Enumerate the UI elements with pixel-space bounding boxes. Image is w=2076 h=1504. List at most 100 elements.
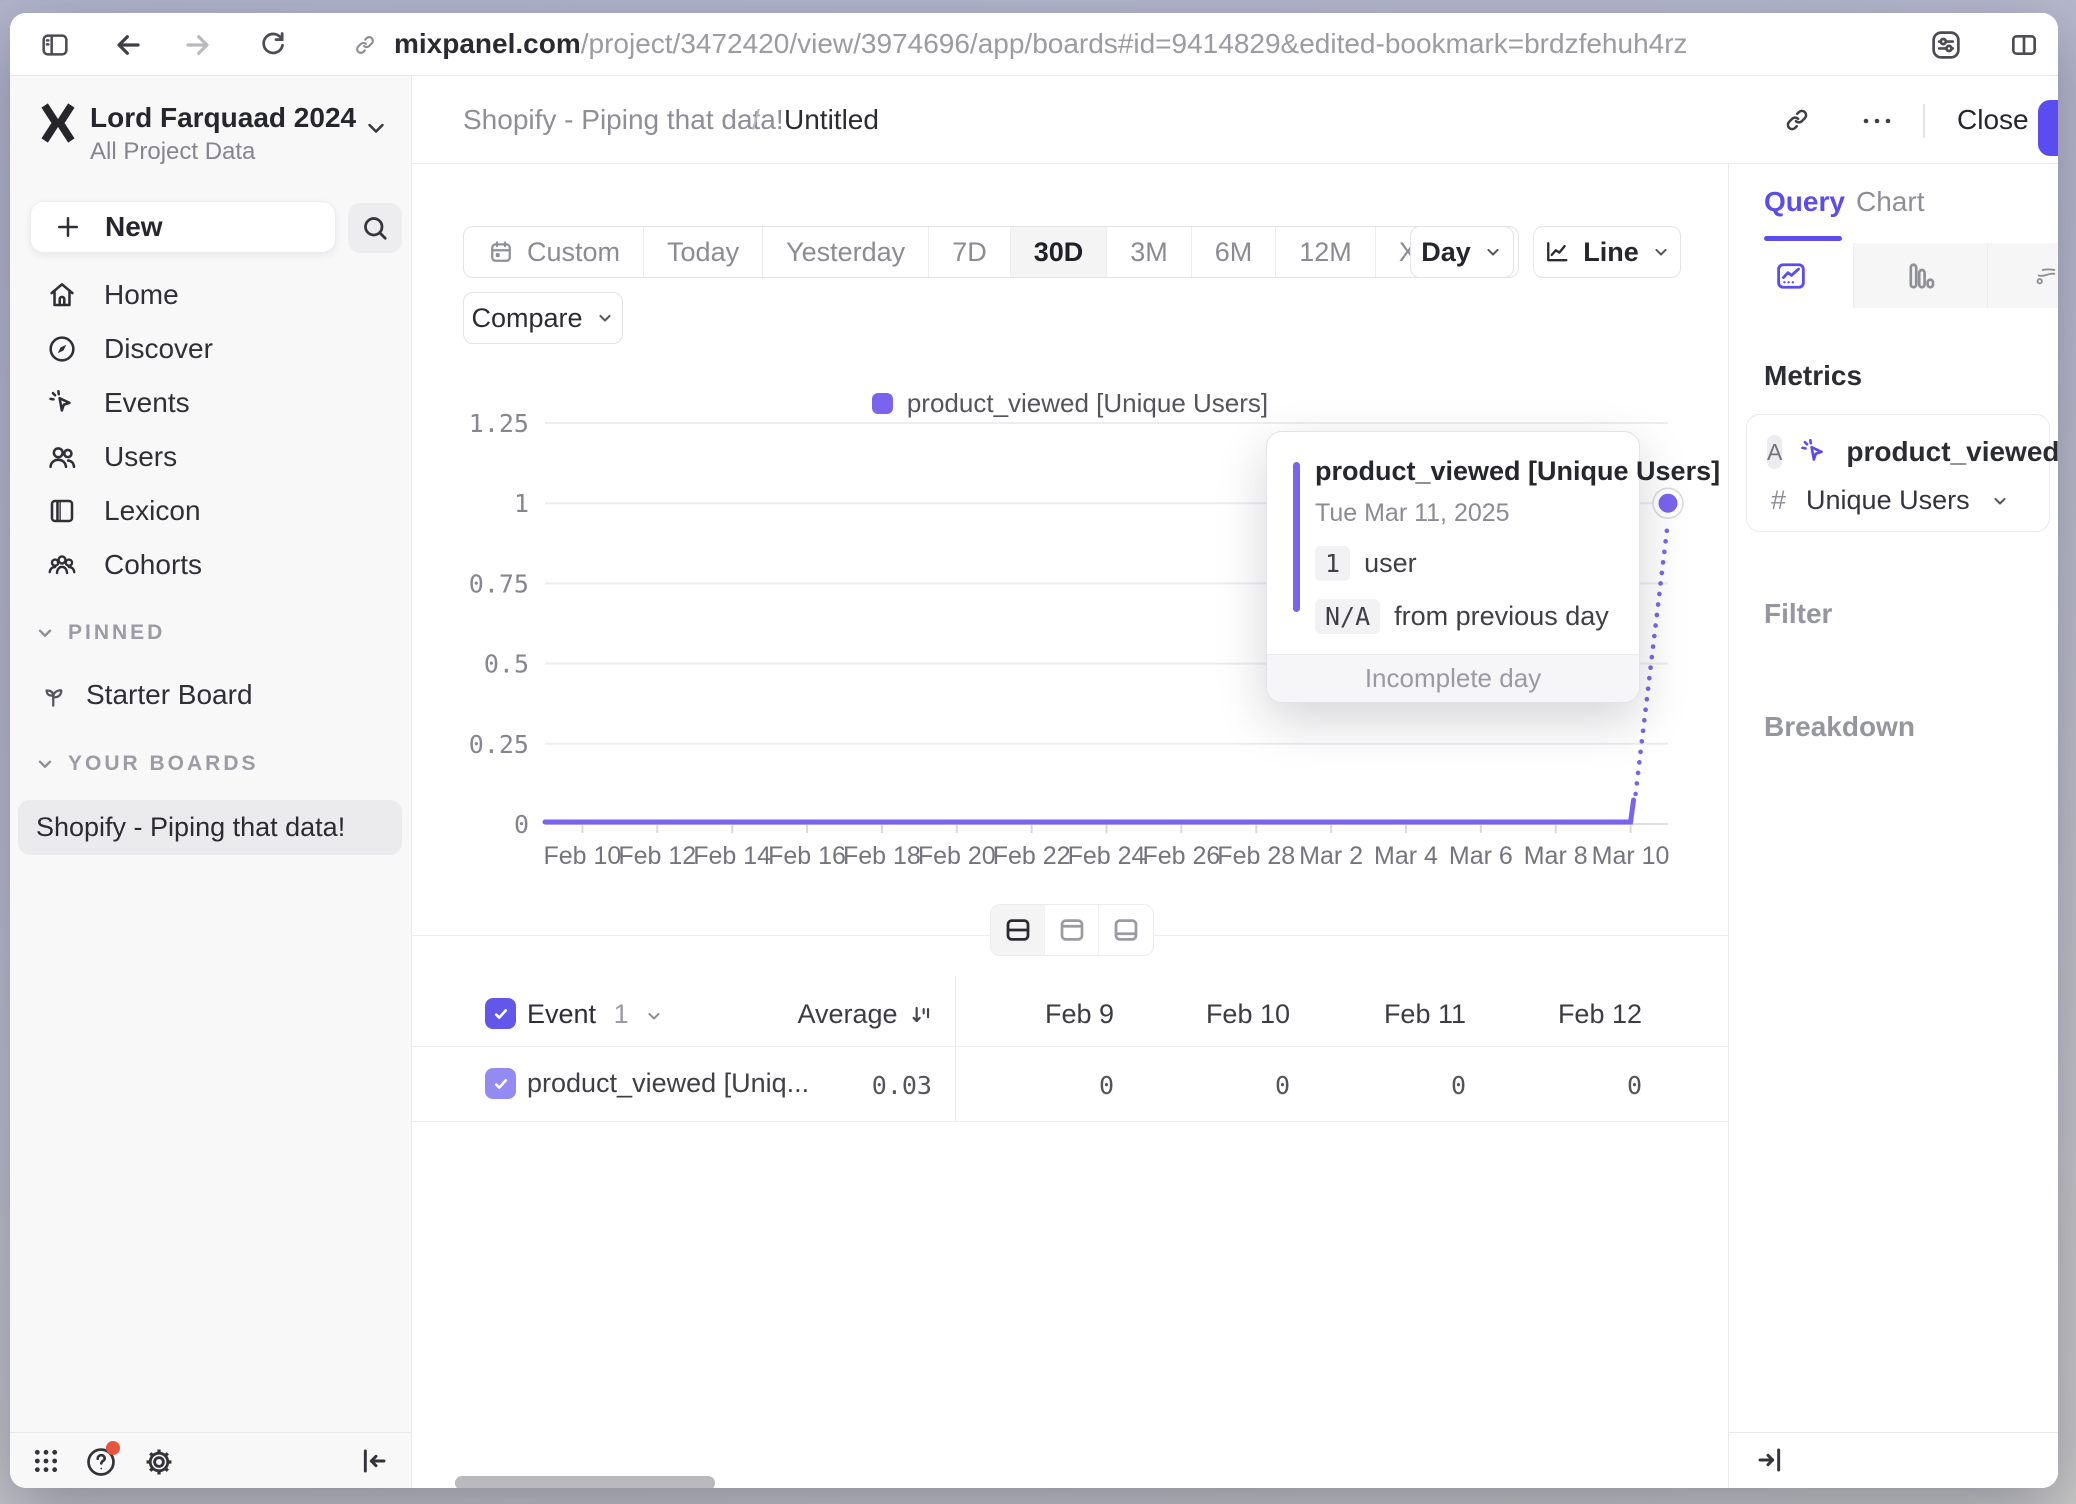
granularity-button[interactable]: Day <box>1410 226 1514 278</box>
row-average-value: 0.03 <box>782 1071 932 1100</box>
back-icon[interactable] <box>112 29 144 61</box>
tooltip-title: product_viewed [Unique Users] <box>1315 456 1611 487</box>
copy-link-icon[interactable] <box>1782 105 1812 135</box>
close-button[interactable]: Close <box>1957 76 2029 163</box>
insights-line-tab[interactable] <box>1729 243 1854 308</box>
event-label: Event <box>527 999 596 1029</box>
select-all-checkbox[interactable] <box>485 998 516 1029</box>
query-panel-footer <box>1729 1432 2058 1488</box>
x-axis-tick-label: Mar 4 <box>1374 842 1438 870</box>
compare-button[interactable]: Compare <box>463 292 623 344</box>
range-label: 7D <box>952 237 987 268</box>
sidebar-item-starter-board[interactable]: Starter Board <box>38 672 253 718</box>
layout-table-only-button[interactable] <box>1099 905 1153 955</box>
tab-query[interactable]: Query <box>1764 186 1845 218</box>
y-axis-tick-label: 1.25 <box>469 409 529 438</box>
browser-sidebar-toggle-icon[interactable] <box>38 29 72 61</box>
more-options-icon[interactable] <box>1860 114 1894 128</box>
report-area: CustomTodayYesterday7D30D3M6M12MXTD Day … <box>412 164 1728 1488</box>
sidebar-item-lexicon[interactable]: Lexicon <box>10 484 411 538</box>
x-axis-tick-label: Feb 16 <box>768 842 846 870</box>
aggregation-selector[interactable]: Unique Users <box>1806 485 1970 516</box>
cohorts-icon <box>46 549 78 581</box>
header-divider <box>1923 104 1925 138</box>
range-today[interactable]: Today <box>644 227 763 277</box>
board-header: Shopify - Piping that data! / Untitled C… <box>412 76 2058 164</box>
line-chart-square-icon <box>1773 258 1809 294</box>
your-boards-section-header[interactable]: YOUR BOARDS <box>10 744 411 784</box>
gear-icon[interactable] <box>142 1445 176 1479</box>
split-view-icon[interactable] <box>2008 29 2040 61</box>
metric-card[interactable]: A product_viewed # Unique Users <box>1746 414 2050 532</box>
x-axis-tick-label: Feb 14 <box>693 842 771 870</box>
sidebar-item-users[interactable]: Users <box>10 430 411 484</box>
check-icon <box>492 1076 510 1092</box>
layout-split-button[interactable] <box>991 905 1045 955</box>
range-label: 3M <box>1130 237 1168 268</box>
table-cell-value: 0 <box>964 1071 1114 1100</box>
sidebar-item-selected-board[interactable]: Shopify - Piping that data! <box>18 800 402 855</box>
range-30d[interactable]: 30D <box>1011 227 1108 277</box>
y-axis-tick-label: 0.25 <box>469 730 529 759</box>
range-custom[interactable]: Custom <box>464 227 644 277</box>
range-7d[interactable]: 7D <box>929 227 1011 277</box>
collapse-panel-icon[interactable] <box>1754 1444 1786 1476</box>
compare-label: Compare <box>471 303 582 334</box>
apps-grid-icon[interactable] <box>30 1445 62 1477</box>
reload-icon[interactable] <box>258 29 288 59</box>
granularity-label: Day <box>1421 237 1471 268</box>
layout-chart-only-button[interactable] <box>1045 905 1099 955</box>
pinned-board-label: Starter Board <box>86 679 253 711</box>
notification-dot <box>106 1441 120 1455</box>
save-button[interactable] <box>2038 100 2058 156</box>
calendar-icon <box>487 238 515 266</box>
report-title[interactable]: Untitled <box>784 76 879 163</box>
row-checkbox[interactable] <box>485 1068 516 1099</box>
x-axis-tick-label: Mar 6 <box>1449 842 1513 870</box>
query-panel: Query Chart Metrics A product_viewed <box>1728 164 2058 1488</box>
bar-chart-tab[interactable] <box>1854 243 1988 308</box>
tooltip-delta: N/A <box>1315 599 1380 634</box>
chevron-down-icon <box>1483 242 1503 262</box>
range-6m[interactable]: 6M <box>1192 227 1277 277</box>
chart-type-button[interactable]: Line <box>1533 226 1681 278</box>
range-3m[interactable]: 3M <box>1107 227 1192 277</box>
compass-icon <box>46 333 78 365</box>
hovered-data-point[interactable] <box>1659 494 1678 513</box>
chevron-down-icon <box>362 114 390 142</box>
sidebar-item-label: Users <box>104 441 177 473</box>
breadcrumb-board[interactable]: Shopify - Piping that data! <box>463 76 784 163</box>
sidebar-item-events[interactable]: Events <box>10 376 411 430</box>
tooltip-value: 1 <box>1315 546 1350 581</box>
help-icon[interactable] <box>84 1445 118 1479</box>
event-spark-icon <box>1798 436 1830 468</box>
incomplete-segment <box>1636 521 1668 794</box>
browser-settings-icon[interactable] <box>1928 27 1964 63</box>
series-line[interactable] <box>545 800 1634 822</box>
row-event-name[interactable]: product_viewed [Uniq... <box>527 1068 809 1099</box>
range-12m[interactable]: 12M <box>1276 227 1376 277</box>
forward-icon[interactable] <box>182 29 214 61</box>
search-button[interactable] <box>348 203 402 253</box>
sidebar-item-home[interactable]: Home <box>10 268 411 322</box>
chevron-down-icon <box>595 308 615 328</box>
pinned-section-header[interactable]: PINNED <box>10 613 411 653</box>
average-column-header[interactable]: Average <box>712 999 934 1030</box>
address-bar[interactable]: mixpanel.com/project/3472420/view/397469… <box>394 13 1688 75</box>
event-count: 1 <box>614 999 629 1029</box>
range-yesterday[interactable]: Yesterday <box>763 227 929 277</box>
tab-chart[interactable]: Chart <box>1856 186 1924 218</box>
collapse-sidebar-icon[interactable] <box>358 1445 390 1477</box>
new-button-label: New <box>105 211 163 243</box>
x-axis-tick-label: Feb 24 <box>1068 842 1146 870</box>
x-axis-tick-label: Feb 18 <box>843 842 921 870</box>
new-button[interactable]: New <box>30 201 336 253</box>
sidebar-item-cohorts[interactable]: Cohorts <box>10 538 411 592</box>
mixpanel-logo-icon <box>38 100 78 146</box>
table-row-border <box>412 1121 1728 1122</box>
event-column-header[interactable]: Event 1 <box>527 999 664 1030</box>
sidebar-item-discover[interactable]: Discover <box>10 322 411 376</box>
funnel-tab[interactable] <box>1988 243 2058 308</box>
horizontal-scrollbar[interactable] <box>455 1476 715 1488</box>
funnel-icon <box>2034 258 2058 294</box>
